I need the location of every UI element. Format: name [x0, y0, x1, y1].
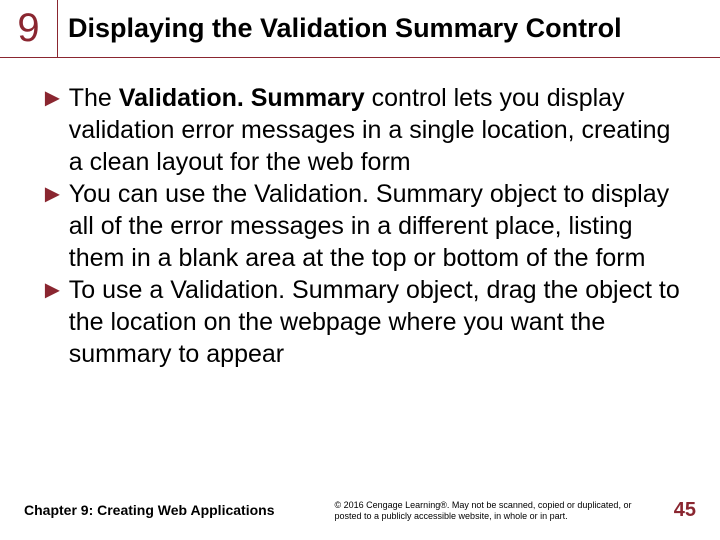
footer-chapter-label: Chapter 9: Creating Web Applications: [24, 502, 274, 526]
bullet-text: The Validation. Summary control lets you…: [69, 82, 690, 178]
bullet-item: ► You can use the Validation. Summary ob…: [40, 178, 690, 274]
bullet-item: ► To use a Validation. Summary object, d…: [40, 274, 690, 370]
bullet-text: To use a Validation. Summary object, dra…: [69, 274, 690, 370]
slide-header: 9 Displaying the Validation Summary Cont…: [0, 0, 720, 58]
bullet-marker-icon: ►: [40, 274, 65, 370]
footer-copyright: © 2016 Cengage Learning®. May not be sca…: [274, 500, 673, 526]
slide-footer: Chapter 9: Creating Web Applications © 2…: [0, 499, 720, 526]
page-number: 45: [674, 499, 696, 526]
slide-title: Displaying the Validation Summary Contro…: [58, 0, 720, 57]
bullet-marker-icon: ►: [40, 82, 65, 178]
bullet-marker-icon: ►: [40, 178, 65, 274]
slide-body: ► The Validation. Summary control lets y…: [0, 58, 720, 370]
bullet-item: ► The Validation. Summary control lets y…: [40, 82, 690, 178]
chapter-number: 9: [0, 0, 58, 57]
bullet-text: You can use the Validation. Summary obje…: [69, 178, 690, 274]
